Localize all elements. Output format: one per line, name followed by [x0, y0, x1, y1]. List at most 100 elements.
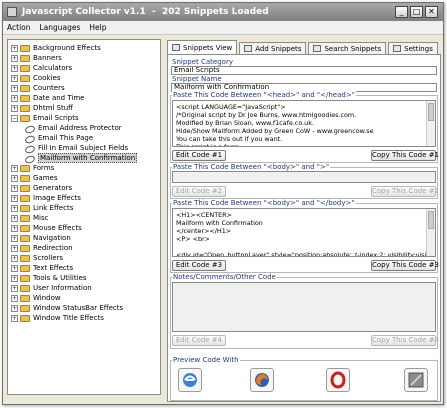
tree-item[interactable]: + Generators [11, 183, 72, 193]
tree-item[interactable]: + User Information [11, 283, 92, 293]
expand-icon[interactable]: + [11, 264, 18, 272]
tree-item[interactable]: + Link Effects [11, 203, 73, 213]
folder-icon [20, 254, 30, 262]
settings-icon [393, 45, 402, 52]
folder-icon [20, 294, 30, 302]
tree-item[interactable]: + Redirection [11, 243, 73, 253]
body-tag-code-textarea[interactable] [172, 171, 436, 183]
tree-item[interactable]: + Dhtml Stuff [11, 103, 73, 113]
internet-explorer-icon[interactable] [178, 368, 202, 392]
firefox-icon[interactable] [250, 368, 274, 392]
tree-item[interactable]: Fill In Email Subject Fields [25, 143, 128, 153]
tree-item[interactable]: + Window StatusBar Effects [11, 303, 123, 313]
tree-item[interactable]: + Games [11, 173, 58, 183]
expand-icon[interactable]: + [11, 104, 18, 112]
folder-icon [20, 314, 30, 322]
tree-item-label: Forms [33, 164, 55, 172]
expand-icon[interactable]: + [11, 214, 18, 222]
expand-icon[interactable]: + [11, 274, 18, 282]
vertical-scrollbar[interactable] [426, 101, 435, 146]
expand-icon[interactable]: + [11, 174, 18, 182]
tree-item[interactable]: Email Address Protector [25, 123, 122, 133]
tab-snippets-view[interactable]: Snippets View [167, 40, 238, 54]
tree-item[interactable]: + Image Effects [11, 193, 81, 203]
snippet-category-field[interactable]: Email Scripts [171, 66, 437, 75]
opera-icon[interactable] [326, 368, 350, 392]
expand-icon[interactable]: + [11, 224, 18, 232]
notes-code-textarea[interactable] [172, 282, 436, 332]
tree-item-label: Window [33, 294, 61, 302]
other-browser-icon[interactable] [404, 368, 428, 392]
tree-item[interactable]: + Date and Time [11, 93, 84, 103]
tree-item[interactable]: + Mouse Effects [11, 223, 82, 233]
expand-icon[interactable]: + [11, 74, 18, 82]
tree-item[interactable]: + Misc [11, 213, 48, 223]
snippet-category-label: Snippet Category [171, 58, 234, 66]
tree-item[interactable]: + Calculators [11, 63, 72, 73]
edit-code-4-button[interactable]: Edit Code #4 [172, 335, 226, 346]
tree-item[interactable]: + Window Title Effects [11, 313, 104, 323]
expand-icon[interactable]: + [11, 204, 18, 212]
expand-icon[interactable]: + [11, 94, 18, 102]
head-code-textarea[interactable]: <script LANGUAGE="JavaScript">/*Original… [172, 100, 436, 147]
tree-item[interactable]: + Scrollers [11, 253, 63, 263]
maximize-button[interactable]: □ [410, 6, 423, 18]
tree-item[interactable]: Mailform with Confirmation [25, 153, 138, 163]
code-line: /*Original script by Dr Joe Burns, www.h… [176, 111, 357, 119]
copy-code-1-button[interactable]: Copy This Code #1 [371, 150, 439, 161]
expand-icon[interactable]: + [11, 314, 18, 322]
tab-search-snippets[interactable]: Search Snippets [308, 42, 387, 54]
edit-code-2-button[interactable]: Edit Code #2 [172, 186, 226, 197]
expand-icon[interactable]: + [11, 84, 18, 92]
tree-item[interactable]: + Tools & Utilities [11, 273, 87, 283]
menu-action[interactable]: Action [7, 23, 31, 32]
tree-item[interactable]: Email This Page [25, 133, 93, 143]
tab-label: Settings [404, 44, 433, 53]
edit-code-3-button[interactable]: Edit Code #3 [172, 260, 226, 271]
tree-item[interactable]: + Forms [11, 163, 54, 173]
title-bar[interactable]: Javascript Collector v1.1 - 202 Snippets… [3, 3, 443, 21]
menu-help[interactable]: Help [89, 23, 106, 32]
tree-item[interactable]: + Cookies [11, 73, 60, 83]
tree-item[interactable]: − Email Scripts [11, 113, 79, 123]
scroll-thumb[interactable] [428, 103, 434, 121]
collapse-icon[interactable]: − [11, 114, 18, 122]
folder-icon [20, 234, 30, 242]
expand-icon[interactable]: + [11, 44, 18, 52]
expand-icon[interactable]: + [11, 64, 18, 72]
search-icon [313, 45, 322, 52]
expand-icon[interactable]: + [11, 294, 18, 302]
expand-icon[interactable]: + [11, 254, 18, 262]
expand-icon[interactable]: + [11, 244, 18, 252]
folder-icon [20, 64, 30, 72]
body-tag-code-label: Paste This Code Between "<body>" and ">" [172, 163, 331, 171]
edit-code-1-button[interactable]: Edit Code #1 [172, 150, 226, 161]
menu-languages[interactable]: Languages [40, 23, 81, 32]
close-button[interactable]: ✕ [425, 6, 438, 18]
body-code-textarea[interactable]: <H1><CENTER> Mailform with Confirmation … [172, 208, 436, 257]
expand-icon[interactable]: + [11, 164, 18, 172]
minimize-button[interactable]: _ [395, 6, 408, 18]
copy-code-4-button[interactable]: Copy This Code #4 [371, 335, 439, 346]
tree-item[interactable]: + Counters [11, 83, 65, 93]
category-tree[interactable]: + Background Effects + Banners + Calculators +… [7, 39, 161, 395]
scroll-thumb[interactable] [428, 211, 434, 229]
tree-item[interactable]: + Window [11, 293, 61, 303]
tree-item[interactable]: + Background Effects [11, 43, 101, 53]
copy-code-3-button[interactable]: Copy This Code #3 [371, 260, 439, 271]
tree-item[interactable]: + Text Effects [11, 263, 73, 273]
expand-icon[interactable]: + [11, 304, 18, 312]
tree-item[interactable]: + Banners [11, 53, 62, 63]
tree-item[interactable]: + Navigation [11, 233, 71, 243]
copy-code-2-button[interactable]: Copy This Code #2 [371, 186, 439, 197]
vertical-scrollbar[interactable] [426, 209, 435, 256]
expand-icon[interactable]: + [11, 54, 18, 62]
expand-icon[interactable]: + [11, 234, 18, 242]
folder-icon [20, 194, 30, 202]
expand-icon[interactable]: + [11, 284, 18, 292]
expand-icon[interactable]: + [11, 184, 18, 192]
tab-add-snippets[interactable]: Add Snippets [239, 42, 307, 54]
tab-settings[interactable]: Settings [388, 42, 438, 54]
expand-icon[interactable]: + [11, 194, 18, 202]
